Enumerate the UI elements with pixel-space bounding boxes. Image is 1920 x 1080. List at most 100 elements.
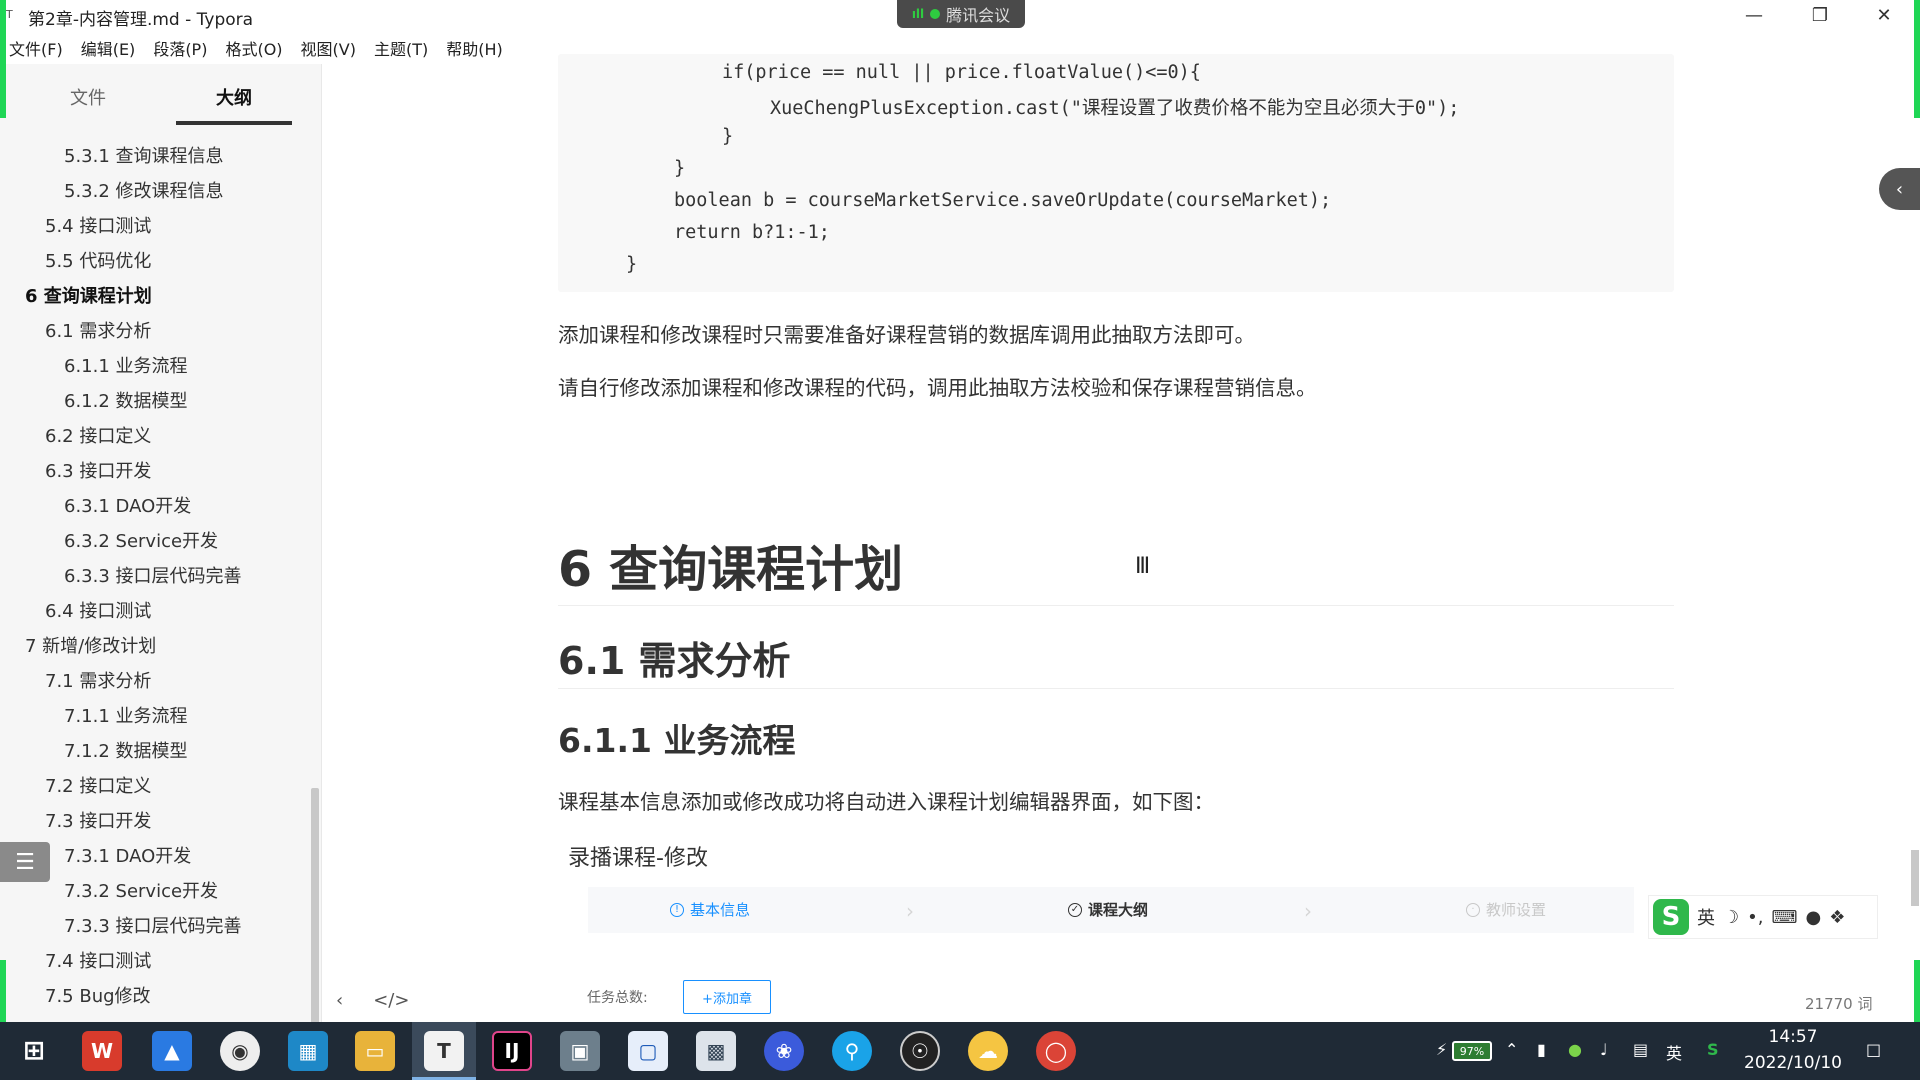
drive-app-icon[interactable]: ▩ — [696, 1031, 736, 1071]
code-block[interactable]: if(price == null || price.floatValue()<=… — [558, 54, 1674, 292]
outline-item[interactable]: 6.2 接口定义 — [45, 422, 151, 448]
outline-item[interactable]: 7.5 Bug修改 — [45, 982, 151, 1008]
step-teacher-settings: · 教师设置 — [1466, 887, 1546, 933]
user-icon[interactable]: ● — [1805, 907, 1821, 928]
navicat-icon[interactable]: ▣ — [560, 1031, 600, 1071]
recording-dot-icon — [930, 9, 941, 19]
microphone-icon[interactable]: ▮ — [1537, 1040, 1546, 1059]
outline-item[interactable]: 5.5 代码优化 — [45, 247, 151, 273]
volume-icon[interactable]: ♩ — [1600, 1040, 1608, 1059]
close-button[interactable]: ✕ — [1856, 0, 1912, 30]
outline-item[interactable]: 5.3.2 修改课程信息 — [64, 177, 224, 203]
menu-format[interactable]: 格式(O) — [216, 33, 291, 61]
toggle-sidebar-icon[interactable]: ‹ — [336, 990, 343, 1011]
outline-item-active[interactable]: 6 查询课程计划 — [25, 282, 152, 308]
typora-icon[interactable]: T — [424, 1031, 464, 1071]
sogou-tray-icon[interactable]: S — [1707, 1040, 1719, 1059]
color-app-icon[interactable]: ❀ — [764, 1031, 804, 1071]
menu-help[interactable]: 帮助(H) — [437, 33, 512, 61]
word-count[interactable]: 21770 词 — [1805, 993, 1873, 1014]
ime-toolbar[interactable]: S 英 ☽ •, ⌨ ● ❖ — [1648, 895, 1878, 939]
obs-icon[interactable]: ☉ — [900, 1031, 940, 1071]
wps-icon[interactable]: W — [82, 1031, 122, 1071]
power-plug-icon[interactable]: ⚡ — [1436, 1040, 1447, 1059]
chrome-icon[interactable]: ◯ — [1036, 1031, 1076, 1071]
outline-item[interactable]: 6.1.2 数据模型 — [64, 387, 188, 413]
outline-item[interactable]: 7.1.2 数据模型 — [64, 737, 188, 763]
code-line: if(price == null || price.floatValue()<=… — [722, 62, 1201, 83]
outline-item[interactable]: 6.4 接口测试 — [45, 597, 151, 623]
search-app-icon[interactable]: ⚲ — [832, 1031, 872, 1071]
file-explorer-icon[interactable]: ▭ — [355, 1031, 395, 1071]
paragraph: 添加课程和修改课程时只需要准备好课程营销的数据库调用此抽取方法即可。 — [558, 323, 1255, 347]
taskbar: ⊞ W ▲ ◉ ▦ ▭ T IJ ▣ ▢ ▩ ❀ ⚲ ☉ ☁ ◯ ⚡ 97% ⌃… — [0, 1022, 1920, 1080]
collapse-panel-icon[interactable]: ‹ — [1879, 168, 1920, 210]
network-icon[interactable]: ▤ — [1633, 1040, 1648, 1059]
typora-app-icon: T — [6, 8, 13, 21]
app-browser-icon[interactable]: ◉ — [220, 1031, 260, 1071]
heading-1: 6 查询课程计划 — [558, 541, 904, 598]
clock-date[interactable]: 2022/10/10 — [1738, 1053, 1848, 1073]
menu-edit[interactable]: 编辑(E) — [72, 33, 145, 61]
source-code-mode-icon[interactable]: </> — [373, 990, 409, 1011]
weather-app-icon[interactable]: ☁ — [968, 1031, 1008, 1071]
step-course-outline: ✓ 课程大纲 — [1068, 887, 1148, 933]
ime-language[interactable]: 英 — [1697, 904, 1715, 930]
recording-border-right — [1914, 0, 1920, 118]
outline-item[interactable]: 7.3.2 Service开发 — [64, 877, 218, 903]
outline-item[interactable]: 7.1 需求分析 — [45, 667, 151, 693]
status-bar-left: ‹ </> — [336, 990, 409, 1011]
outline-item[interactable]: 7.3.1 DAO开发 — [64, 842, 191, 868]
outline-item[interactable]: 5.3.1 查询课程信息 — [64, 142, 224, 168]
outline-item[interactable]: 6.1 需求分析 — [45, 317, 151, 343]
notification-icon[interactable]: □ — [1866, 1040, 1881, 1059]
outline-item[interactable]: 6.3.2 Service开发 — [64, 527, 218, 553]
keyboard-icon[interactable]: ⌨ — [1771, 907, 1797, 928]
outline-item[interactable]: 6.3.1 DAO开发 — [64, 492, 191, 518]
outline-item[interactable]: 6.1.1 业务流程 — [64, 352, 188, 378]
editor-scrollbar[interactable] — [1911, 850, 1919, 906]
apps-grid-icon[interactable]: ❖ — [1829, 907, 1845, 928]
outline-item[interactable]: 5.4 接口测试 — [45, 212, 151, 238]
outline-item[interactable]: 6.3 接口开发 — [45, 457, 151, 483]
outline-item[interactable]: 7.1.1 业务流程 — [64, 702, 188, 728]
step-basic-info: ! 基本信息 — [670, 887, 750, 933]
meeting-indicator[interactable]: ıll 腾讯会议 — [897, 0, 1025, 28]
tab-files[interactable]: 文件 — [30, 79, 146, 125]
menu-paragraph[interactable]: 段落(P) — [144, 33, 216, 61]
outline-item[interactable]: 7.3 接口开发 — [45, 807, 151, 833]
window-title: 第2章-内容管理.md - Typora — [28, 10, 254, 30]
embedded-image-title: 录播课程-修改 — [568, 846, 708, 871]
heading-divider — [558, 605, 1674, 606]
virtualbox-icon[interactable]: ▦ — [288, 1031, 328, 1071]
check-circle-icon: ✓ — [1068, 903, 1082, 917]
step-label: 课程大纲 — [1088, 901, 1149, 919]
menu-file[interactable]: 文件(F) — [0, 33, 72, 61]
outline-item[interactable]: 7 新增/修改计划 — [25, 632, 156, 658]
battery-indicator[interactable]: 97% — [1452, 1041, 1492, 1061]
feishu-icon[interactable]: ▲ — [152, 1031, 192, 1071]
window-app-icon[interactable]: ▢ — [628, 1031, 668, 1071]
outline-item[interactable]: 7.3.3 接口层代码完善 — [64, 912, 242, 938]
ime-language-tray[interactable]: 英 — [1666, 1040, 1682, 1064]
recording-border-left — [0, 0, 6, 118]
outline-item[interactable]: 7.4 接口测试 — [45, 947, 151, 973]
sogou-logo-icon[interactable]: S — [1653, 899, 1689, 935]
chevron-up-icon[interactable]: ⌃ — [1505, 1040, 1518, 1059]
outline-item[interactable]: 7.2 接口定义 — [45, 772, 151, 798]
menu-theme[interactable]: 主题(T) — [365, 33, 437, 61]
minimize-button[interactable]: — — [1726, 0, 1782, 30]
step-label: 教师设置 — [1486, 901, 1547, 919]
outline-toggle-icon[interactable]: ☰ — [0, 842, 50, 882]
moon-icon[interactable]: ☽ — [1723, 907, 1739, 928]
outline-item[interactable]: 6.3.3 接口层代码完善 — [64, 562, 242, 588]
app-tray-icon[interactable]: ● — [1568, 1040, 1582, 1059]
punctuation-icon[interactable]: •, — [1747, 907, 1763, 928]
intellij-icon[interactable]: IJ — [492, 1031, 532, 1071]
clock-time[interactable]: 14:57 — [1738, 1027, 1848, 1047]
restore-button[interactable]: ❐ — [1792, 0, 1848, 30]
tab-outline[interactable]: 大纲 — [176, 79, 292, 125]
chevron-right-icon: › — [906, 899, 914, 923]
windows-start-icon[interactable]: ⊞ — [14, 1031, 54, 1071]
menu-view[interactable]: 视图(V) — [292, 33, 365, 61]
